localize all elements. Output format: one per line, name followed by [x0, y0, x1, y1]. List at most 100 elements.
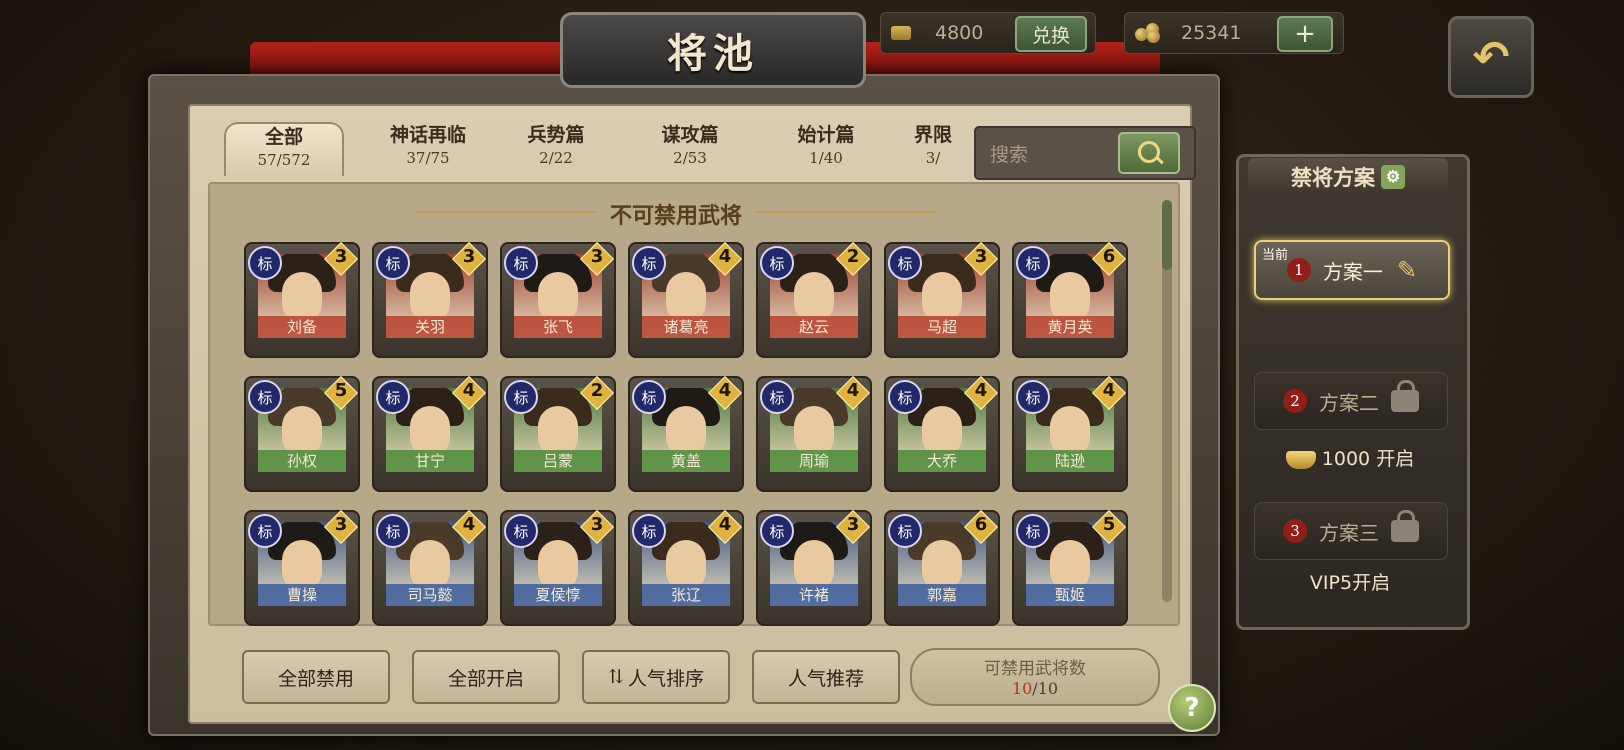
standard-badge: 标 — [1016, 514, 1050, 548]
general-name: 甄姬 — [1026, 584, 1114, 606]
general-card[interactable]: 吕蒙 标 2 — [500, 376, 616, 492]
standard-badge: 标 — [504, 246, 538, 280]
general-card[interactable]: 孙权 标 5 — [244, 376, 360, 492]
sort-popularity-button[interactable]: ⇅ 人气排序 — [582, 650, 730, 704]
exchange-button[interactable]: 兑换 — [1015, 16, 1087, 52]
standard-badge: 标 — [632, 514, 666, 548]
general-name: 郭嘉 — [898, 584, 986, 606]
general-name: 黄盖 — [642, 450, 730, 472]
general-name: 关羽 — [386, 316, 474, 338]
add-gold-button[interactable]: + — [1277, 16, 1333, 52]
general-card[interactable]: 赵云 标 2 — [756, 242, 872, 358]
general-card[interactable]: 郭嘉 标 6 — [884, 510, 1000, 626]
standard-badge: 标 — [760, 514, 794, 548]
lock-icon — [1391, 510, 1419, 542]
tab-bingshi[interactable]: 兵势篇 2/22 — [498, 122, 614, 174]
grid-scroll-thumb[interactable] — [1162, 200, 1172, 270]
coupon-counter: 4800 兑换 — [880, 12, 1096, 54]
lock-icon — [1391, 380, 1419, 412]
tab-jiexian[interactable]: 界限 3/ — [900, 122, 966, 174]
rarity-badge: 3 — [836, 510, 870, 544]
rarity-badge: 2 — [836, 242, 870, 276]
search-input[interactable]: 搜索 — [990, 140, 1028, 167]
help-button[interactable]: ? — [1168, 684, 1216, 732]
tab-all[interactable]: 全部 57/572 — [224, 122, 344, 176]
rarity-badge: 4 — [452, 510, 486, 544]
general-name: 张辽 — [642, 584, 730, 606]
ban-quota: 可禁用武将数 10/10 — [910, 648, 1160, 706]
general-name: 赵云 — [770, 316, 858, 338]
recommend-button[interactable]: 人气推荐 — [752, 650, 900, 704]
general-card[interactable]: 周瑜 标 4 — [756, 376, 872, 492]
coupon-icon — [891, 26, 911, 40]
rarity-badge: 3 — [964, 242, 998, 276]
back-arrow-icon: ↶ — [1472, 31, 1510, 83]
standard-badge: 标 — [504, 514, 538, 548]
page-title: 将池 — [560, 12, 866, 88]
rarity-badge: 5 — [1092, 510, 1126, 544]
gear-icon[interactable]: ⚙ — [1381, 165, 1405, 189]
search-icon — [1138, 141, 1160, 163]
search-box[interactable]: 搜索 — [974, 126, 1196, 180]
standard-badge: 标 — [888, 514, 922, 548]
ban-all-button[interactable]: 全部禁用 — [242, 650, 390, 704]
current-tag: 当前 — [1262, 248, 1289, 263]
scheme-3[interactable]: 3 方案三 — [1254, 502, 1448, 560]
general-card[interactable]: 许褚 标 3 — [756, 510, 872, 626]
rarity-badge: 4 — [1092, 376, 1126, 410]
rarity-badge: 4 — [452, 376, 486, 410]
general-card[interactable]: 黄盖 标 4 — [628, 376, 744, 492]
general-card[interactable]: 张飞 标 3 — [500, 242, 616, 358]
quill-icon: ✎ — [1396, 256, 1418, 284]
general-name: 黄月英 — [1026, 316, 1114, 338]
standard-badge: 标 — [376, 246, 410, 280]
general-card[interactable]: 关羽 标 3 — [372, 242, 488, 358]
general-card[interactable]: 曹操 标 3 — [244, 510, 360, 626]
standard-badge: 标 — [376, 380, 410, 414]
tab-myth-return[interactable]: 神话再临 37/75 — [360, 122, 496, 174]
gold-coins-icon — [1135, 23, 1161, 43]
rarity-badge: 3 — [580, 242, 614, 276]
general-card[interactable]: 甘宁 标 4 — [372, 376, 488, 492]
rarity-badge: 3 — [324, 510, 358, 544]
rarity-badge: 3 — [452, 242, 486, 276]
general-card[interactable]: 黄月英 标 6 — [1012, 242, 1128, 358]
general-card[interactable]: 陆逊 标 4 — [1012, 376, 1128, 492]
general-card[interactable]: 张辽 标 4 — [628, 510, 744, 626]
tab-shiji[interactable]: 始计篇 1/40 — [768, 122, 884, 174]
standard-badge: 标 — [888, 380, 922, 414]
rarity-badge: 4 — [964, 376, 998, 410]
general-name: 许褚 — [770, 584, 858, 606]
standard-badge: 标 — [248, 246, 282, 280]
general-name: 周瑜 — [770, 450, 858, 472]
rarity-badge: 6 — [964, 510, 998, 544]
standard-badge: 标 — [248, 514, 282, 548]
rarity-badge: 4 — [708, 376, 742, 410]
general-name: 马超 — [898, 316, 986, 338]
rarity-badge: 4 — [836, 376, 870, 410]
standard-badge: 标 — [504, 380, 538, 414]
general-card[interactable]: 大乔 标 4 — [884, 376, 1000, 492]
search-button[interactable] — [1118, 132, 1180, 174]
general-card[interactable]: 马超 标 3 — [884, 242, 1000, 358]
back-button[interactable]: ↶ — [1448, 16, 1534, 98]
scheme-1[interactable]: 当前 1 方案一 ✎ — [1254, 240, 1450, 300]
standard-badge: 标 — [1016, 380, 1050, 414]
general-card[interactable]: 司马懿 标 4 — [372, 510, 488, 626]
general-card[interactable]: 甄姬 标 5 — [1012, 510, 1128, 626]
general-name: 陆逊 — [1026, 450, 1114, 472]
general-card[interactable]: 诸葛亮 标 4 — [628, 242, 744, 358]
general-card[interactable]: 刘备 标 3 — [244, 242, 360, 358]
standard-badge: 标 — [632, 380, 666, 414]
rarity-badge: 3 — [324, 242, 358, 276]
open-all-button[interactable]: 全部开启 — [412, 650, 560, 704]
general-name: 曹操 — [258, 584, 346, 606]
general-card[interactable]: 夏侯惇 标 3 — [500, 510, 616, 626]
general-name: 夏侯惇 — [514, 584, 602, 606]
general-name: 甘宁 — [386, 450, 474, 472]
rarity-badge: 4 — [708, 510, 742, 544]
gold-ingot-icon — [1285, 450, 1316, 469]
scheme-2[interactable]: 2 方案二 — [1254, 372, 1448, 430]
tab-mougong[interactable]: 谋攻篇 2/53 — [632, 122, 748, 174]
rarity-badge: 2 — [580, 376, 614, 410]
